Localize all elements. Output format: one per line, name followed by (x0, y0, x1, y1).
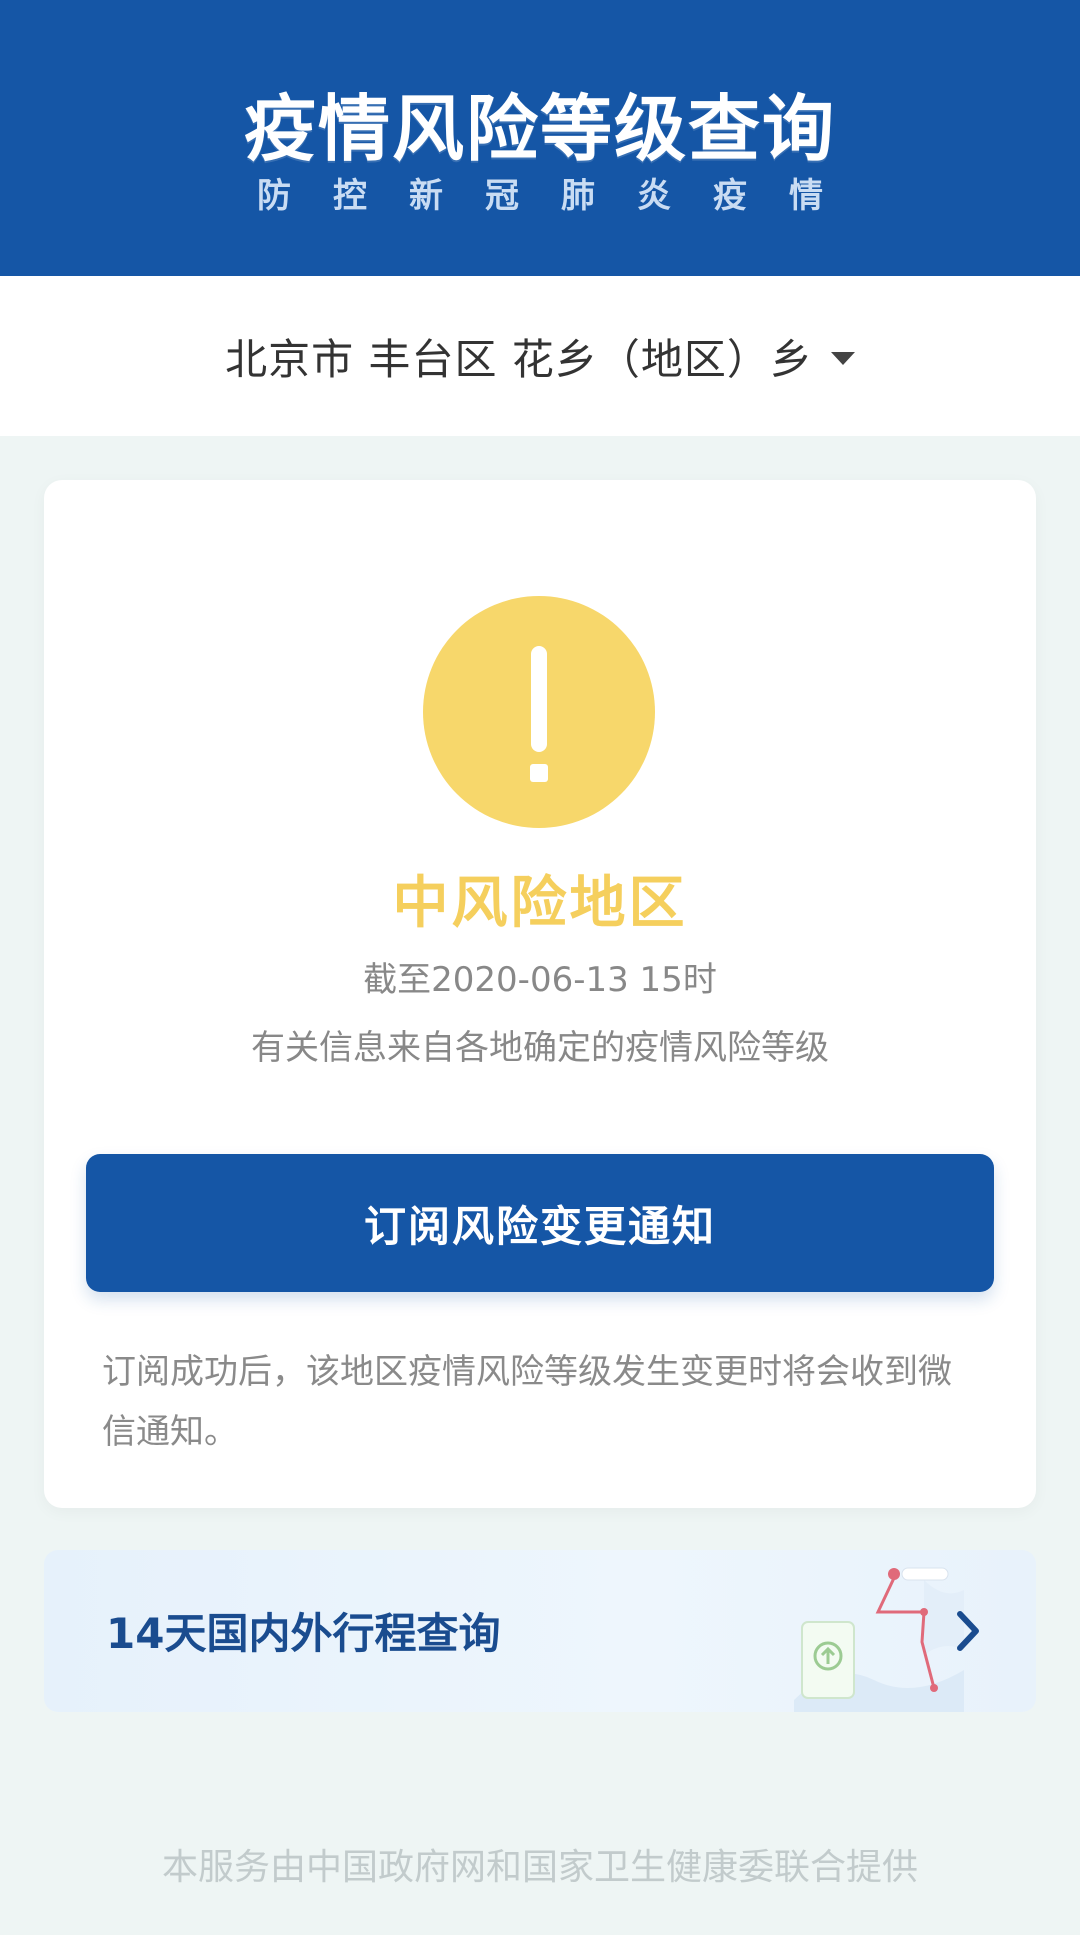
subscribe-button[interactable]: 订阅风险变更通知 (86, 1154, 994, 1292)
as-of-timestamp: 截至2020-06-13 15时 (363, 960, 717, 1000)
location-label: 北京市 丰台区 花乡（地区）乡 (225, 334, 813, 384)
page-title: 疫情风险等级查询 (243, 87, 836, 171)
footer-credit: 本服务由中国政府网和国家卫生健康委联合提供 (161, 1847, 918, 1888)
travel-map-illustration (794, 1567, 964, 1712)
exclamation-dot (530, 764, 548, 782)
subscribe-hint: 订阅成功后，该地区疫情风险等级发生变更时将会收到微信通知。 (102, 1352, 952, 1452)
travel-query-card[interactable]: 14天国内外行程查询 (44, 1550, 1036, 1712)
location-selector[interactable]: 北京市 丰台区 花乡（地区）乡 (0, 276, 1080, 436)
info-source-note: 有关信息来自各地确定的疫情风险等级 (251, 1028, 829, 1068)
risk-level-label: 中风险地区 (392, 871, 688, 936)
travel-query-label: 14天国内外行程查询 (106, 1609, 501, 1658)
chevron-right-icon (957, 1611, 979, 1651)
risk-card: 中风险地区 截至2020-06-13 15时 有关信息来自各地确定的疫情风险等级… (44, 480, 1036, 1508)
app-header: 疫情风险等级查询 防控新冠肺炎疫情 (0, 0, 1080, 276)
caret-down-icon (830, 351, 855, 365)
exclamation-bar (531, 646, 547, 752)
page-subtitle: 防控新冠肺炎疫情 (257, 176, 865, 216)
warning-icon (423, 596, 655, 828)
